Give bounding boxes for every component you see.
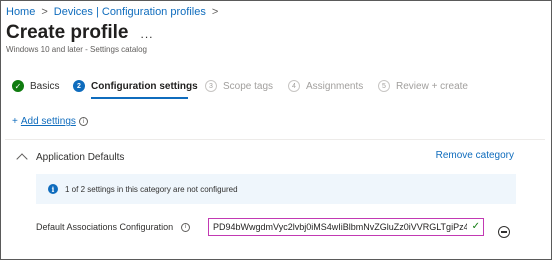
divider [5, 139, 545, 140]
breadcrumb: Home > Devices | Configuration profiles … [6, 6, 218, 18]
step-configuration-settings[interactable]: 2 Configuration settings [73, 80, 198, 92]
step-scope-tags[interactable]: 3 Scope tags [205, 80, 273, 92]
step-assignments[interactable]: 4 Assignments [288, 80, 363, 92]
step-number-icon: 2 [73, 80, 85, 92]
info-icon[interactable]: i [181, 222, 191, 232]
remove-category-link[interactable]: Remove category [436, 150, 514, 161]
step-number-icon: 4 [288, 80, 300, 92]
page-title: Create profile [6, 22, 129, 43]
info-icon[interactable]: i [78, 117, 88, 126]
info-message: 1 of 2 settings in this category are not… [65, 184, 238, 194]
breadcrumb-separator-icon: > [41, 6, 48, 18]
step-complete-icon: ✓ [12, 80, 24, 92]
step-label: Review + create [396, 80, 468, 92]
step-basics[interactable]: ✓ Basics [12, 80, 59, 92]
chevron-up-icon[interactable] [16, 152, 28, 165]
wizard-steps: ✓ Basics 2 Configuration settings 3 Scop… [12, 80, 532, 98]
step-label: Configuration settings [91, 80, 198, 92]
step-label: Scope tags [223, 80, 274, 92]
add-settings-link[interactable]: Add settings [21, 116, 76, 127]
more-options-icon[interactable]: ... [140, 27, 153, 41]
step-number-icon: 3 [205, 80, 217, 92]
step-review-create[interactable]: 5 Review + create [378, 80, 468, 92]
info-message-bar: i 1 of 2 settings in this category are n… [36, 174, 516, 204]
remove-setting-minus-icon[interactable] [498, 226, 510, 238]
breadcrumb-configuration-profiles[interactable]: Devices | Configuration profiles [54, 6, 206, 18]
step-label: Basics [30, 80, 60, 92]
category-header: Application Defaults Remove category [16, 150, 518, 165]
setting-label: Default Associations Configuration [36, 222, 174, 232]
category-title: Application Defaults [36, 151, 125, 163]
add-icon[interactable]: + [12, 116, 18, 127]
breadcrumb-home[interactable]: Home [6, 6, 35, 18]
step-number-icon: 5 [378, 80, 390, 92]
add-settings-row: + Add settings i [12, 116, 88, 127]
step-label: Assignments [306, 80, 364, 92]
default-associations-input[interactable]: PD94bWwgdmVyc2lvbj0iMS4wIiBlbmNvZGluZz0i… [208, 218, 484, 236]
input-value: PD94bWwgdmVyc2lvbj0iMS4wIiBlbmNvZGluZz0i… [213, 222, 467, 232]
page-subtitle: Windows 10 and later - Settings catalog [6, 45, 147, 54]
breadcrumb-separator-icon: > [211, 6, 219, 18]
setting-row: Default Associations Configuration i [36, 222, 191, 232]
checkmark-icon: ✓ [471, 221, 480, 232]
active-step-underline [91, 97, 188, 99]
title-row: Create profile ... [6, 22, 154, 44]
info-filled-icon: i [48, 184, 58, 194]
